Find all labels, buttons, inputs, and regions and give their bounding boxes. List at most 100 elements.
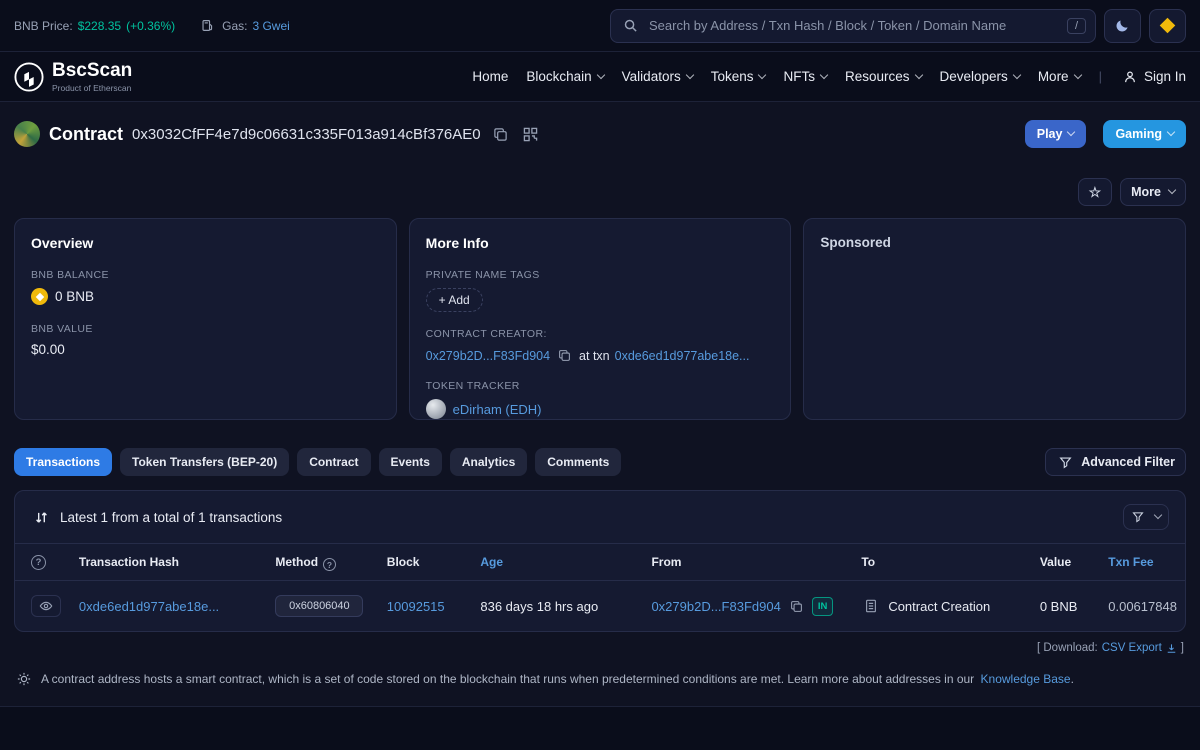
chevron-down-icon [1167, 128, 1175, 136]
bscscan-logo[interactable]: BscScan Product of Etherscan [14, 61, 132, 93]
bnb-value-label: BNB VALUE [31, 323, 380, 335]
nav-home[interactable]: Home [472, 69, 508, 84]
theme-toggle-button[interactable] [1104, 9, 1141, 43]
question-circle-icon: ? [323, 558, 336, 571]
search-input[interactable] [649, 18, 1059, 33]
table-filter-button[interactable] [1123, 504, 1169, 530]
chevron-down-icon [914, 70, 922, 78]
add-name-tag-button[interactable]: + Add [426, 288, 483, 312]
csv-export-link[interactable]: CSV Export [1102, 642, 1177, 654]
block-link[interactable]: 10092515 [387, 599, 445, 614]
nav-resources[interactable]: Resources [845, 69, 922, 84]
gaming-dropdown-button[interactable]: Gaming [1103, 120, 1186, 148]
method-badge: 0x60806040 [275, 595, 363, 617]
csv-export-row: [ Download: CSV Export ] [0, 632, 1200, 654]
contract-header: Contract 0x3032CfFF4e7d9c06631c335F013a9… [0, 102, 1200, 148]
nav-validators[interactable]: Validators [622, 69, 693, 84]
token-logo-icon [426, 399, 446, 419]
footnote-text: A contract address hosts a smart contrac… [41, 672, 974, 686]
search-bar[interactable]: / [610, 9, 1096, 43]
gas-value-link[interactable]: 3 Gwei [252, 19, 289, 33]
bnb-price-link[interactable]: $228.35 [78, 19, 121, 33]
tab-token-transfers[interactable]: Token Transfers (BEP-20) [120, 448, 289, 476]
nav-more[interactable]: More [1038, 69, 1081, 84]
token-tracker-link[interactable]: eDirham (EDH) [453, 402, 542, 417]
tab-contract[interactable]: Contract [297, 448, 370, 476]
knowledge-base-link[interactable]: Knowledge Base [981, 672, 1071, 686]
bnb-coin-icon [31, 288, 48, 305]
txn-hash-link[interactable]: 0xde6ed1d977abe18e... [79, 599, 219, 614]
tab-analytics[interactable]: Analytics [450, 448, 527, 476]
favorite-button[interactable]: ☆ [1078, 178, 1113, 206]
tab-comments[interactable]: Comments [535, 448, 621, 476]
download-prefix: [ Download: [1037, 642, 1098, 654]
chevron-down-icon [1153, 511, 1161, 519]
footnote-period: . [1071, 672, 1074, 686]
more-info-title: More Info [426, 235, 775, 251]
token-tracker-label: TOKEN TRACKER [426, 380, 775, 392]
from-address-link[interactable]: 0x279b2D...F83Fd904 [651, 599, 780, 614]
network-switcher-button[interactable] [1149, 9, 1186, 43]
column-block: Block [379, 544, 473, 581]
creation-txn-link[interactable]: 0xde6ed1d977abe18e... [615, 349, 750, 363]
contract-file-icon [861, 597, 881, 615]
bnb-value-amount: $0.00 [31, 342, 380, 357]
advanced-filter-button[interactable]: Advanced Filter [1045, 448, 1186, 476]
transactions-summary: Latest 1 from a total of 1 transactions [31, 508, 282, 527]
funnel-icon [1132, 511, 1144, 523]
tab-events[interactable]: Events [379, 448, 442, 476]
sort-arrows-icon [31, 508, 52, 527]
nav-links: Home Blockchain Validators Tokens NFTs R… [472, 68, 1186, 86]
nav-divider: | [1099, 69, 1102, 84]
column-age-toggle[interactable]: Age [472, 544, 643, 581]
bnb-icon [1160, 18, 1176, 34]
more-actions-button[interactable]: More [1120, 178, 1186, 206]
bscscan-logo-icon [14, 62, 44, 92]
main-navbar: BscScan Product of Etherscan Home Blockc… [0, 52, 1200, 102]
at-txn-label: at txn [579, 349, 610, 363]
qr-code-button[interactable] [520, 125, 541, 144]
age-value: 836 days 18 hrs ago [480, 599, 598, 614]
contract-creator-label: CONTRACT CREATOR: [426, 328, 775, 340]
bnb-balance-value: 0 BNB [55, 289, 94, 304]
play-dropdown-button[interactable]: Play [1025, 120, 1087, 148]
creator-address-link[interactable]: 0x279b2D...F83Fd904 [426, 349, 550, 363]
copy-creator-button[interactable] [555, 347, 574, 364]
transactions-table-card: Latest 1 from a total of 1 transactions … [14, 490, 1186, 632]
more-info-card: More Info PRIVATE NAME TAGS + Add CONTRA… [409, 218, 792, 420]
gas-pump-icon [198, 17, 217, 34]
column-value: Value [1032, 544, 1100, 581]
column-from: From [643, 544, 853, 581]
page-title: Contract [49, 124, 123, 145]
column-txn-fee-toggle[interactable]: Txn Fee [1100, 544, 1185, 581]
bnb-balance-label: BNB BALANCE [31, 269, 380, 281]
question-circle-icon: ? [31, 555, 46, 570]
nav-nfts[interactable]: NFTs [783, 69, 827, 84]
to-value: Contract Creation [888, 599, 990, 614]
nav-sign-in[interactable]: Sign In [1120, 68, 1186, 86]
topbar-actions: / [610, 9, 1186, 43]
brand-tagline: Product of Etherscan [52, 83, 132, 93]
copy-address-button[interactable] [490, 125, 511, 144]
txn-details-eye-button[interactable] [31, 595, 61, 617]
value-amount: 0 BNB [1040, 599, 1078, 614]
bnb-price-label: BNB Price: [14, 19, 73, 33]
nav-blockchain[interactable]: Blockchain [526, 69, 603, 84]
sponsored-card: Sponsored [803, 218, 1186, 420]
bscscan-contract-page: BNB Price: $228.35 (+0.36%) Gas: 3 Gwei [0, 0, 1200, 750]
gas-tracker: Gas: 3 Gwei [198, 17, 290, 34]
chevron-down-icon [1013, 70, 1021, 78]
tab-transactions[interactable]: Transactions [14, 448, 112, 476]
network-stats: BNB Price: $228.35 (+0.36%) Gas: 3 Gwei [14, 17, 290, 34]
copy-from-button[interactable] [787, 598, 806, 615]
direction-in-badge: IN [812, 597, 834, 616]
bnb-price-change: (+0.36%) [126, 19, 175, 33]
table-row: 0xde6ed1d977abe18e... 0x60806040 1009251… [15, 581, 1185, 632]
overview-card: Overview BNB BALANCE 0 BNB BNB VALUE $0.… [14, 218, 397, 420]
nav-developers[interactable]: Developers [940, 69, 1020, 84]
sun-gear-icon [14, 670, 34, 688]
contract-identicon [14, 121, 40, 147]
nav-tokens[interactable]: Tokens [711, 69, 766, 84]
chevron-down-icon [820, 70, 828, 78]
star-icon: ☆ [1089, 184, 1102, 201]
